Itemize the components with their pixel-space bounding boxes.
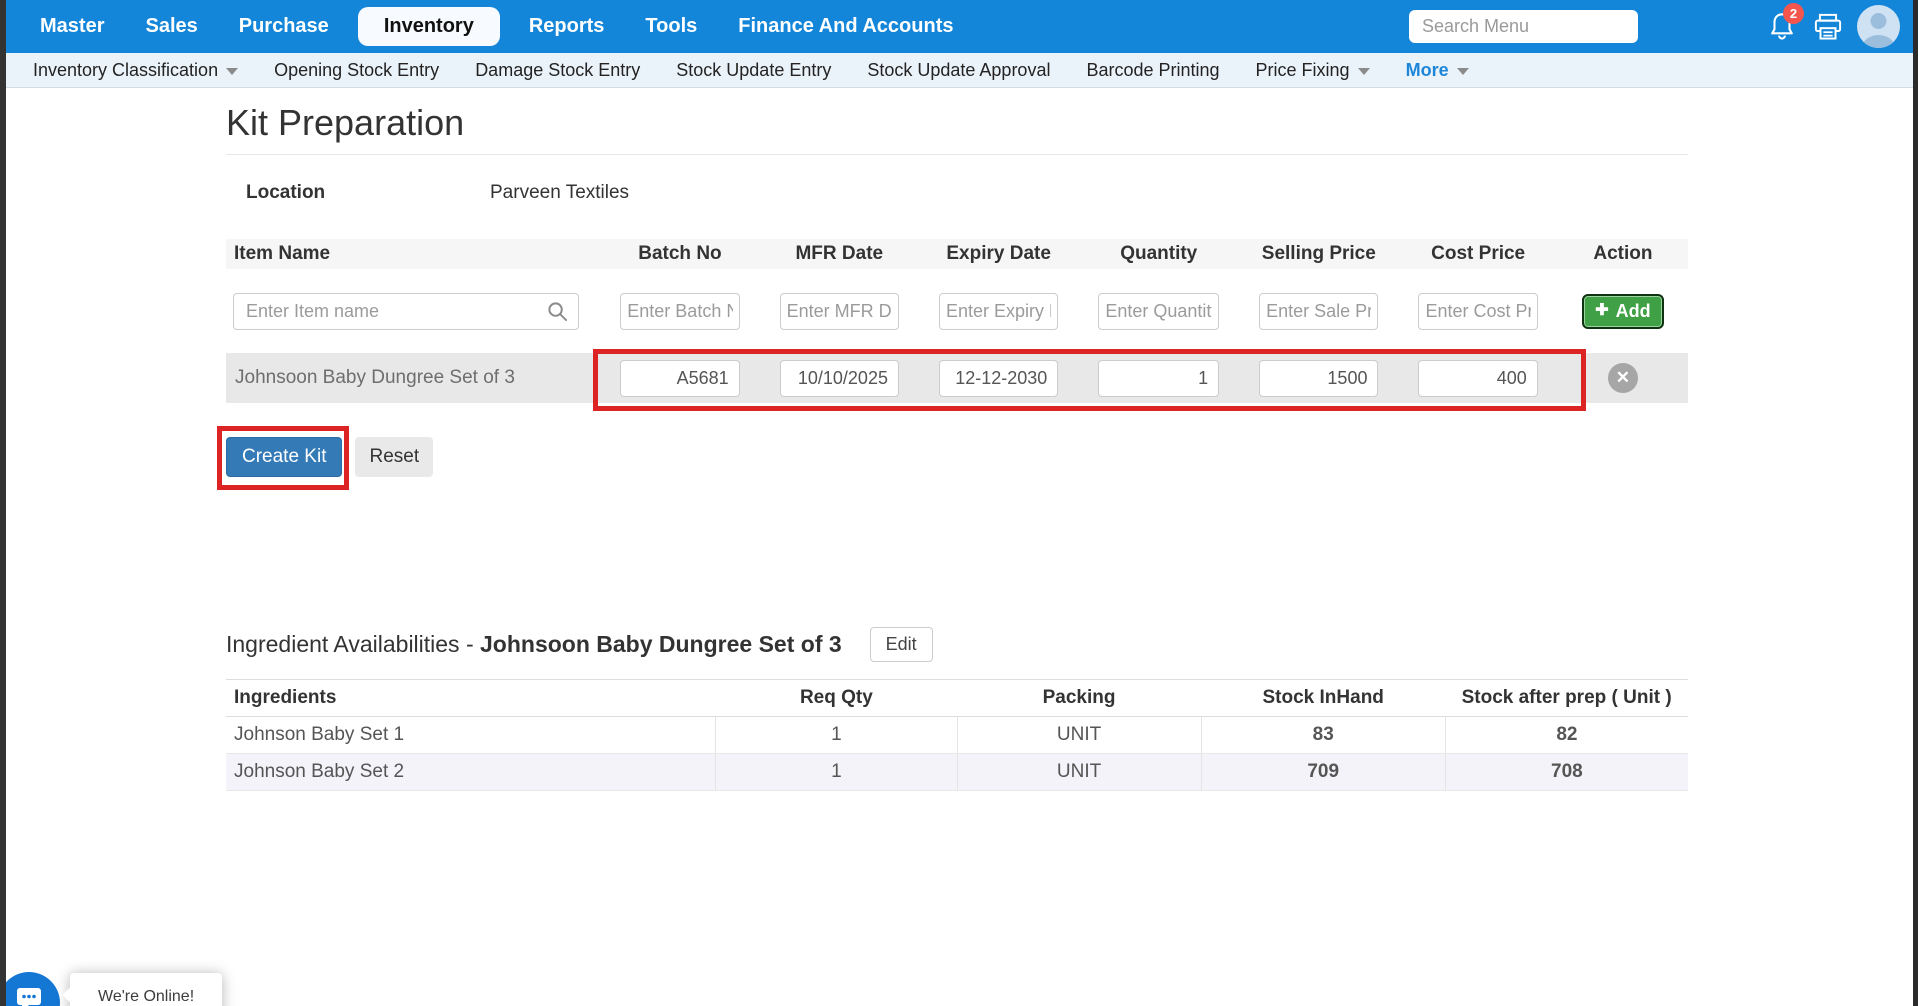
cost-price-input[interactable]: [1418, 293, 1537, 330]
nav-item-purchase[interactable]: Purchase: [239, 15, 329, 38]
col-header-stock-after-prep: Stock after prep ( Unit ): [1445, 680, 1688, 717]
col-header-req-qty: Req Qty: [716, 680, 957, 717]
col-header-batch-no: Batch No: [600, 239, 759, 269]
kit-item-row: Johnsoon Baby Dungree Set of 3: [226, 353, 1688, 403]
row-selling-price-input[interactable]: [1259, 360, 1378, 397]
ingredient-title-item-name: Johnsoon Baby Dungree Set of 3: [480, 631, 842, 657]
inventory-subnav: Inventory Classification Opening Stock E…: [0, 53, 1918, 88]
expiry-date-input[interactable]: [939, 293, 1058, 330]
main-menu: Master Sales Purchase Inventory Reports …: [40, 7, 954, 46]
kit-preparation-table: Item Name Batch No MFR Date Expiry Date …: [226, 239, 1688, 403]
notification-badge: 2: [1783, 3, 1804, 24]
ingredient-availabilities-title: Ingredient Availabilities - Johnsoon Bab…: [226, 631, 842, 658]
ingredient-packing: UNIT: [957, 754, 1201, 791]
chevron-down-icon: [226, 68, 238, 75]
item-name-input[interactable]: [233, 293, 579, 330]
form-actions: Create Kit Reset: [226, 437, 1688, 477]
nav-item-inventory[interactable]: Inventory: [358, 7, 500, 46]
ingredient-req-qty: 1: [716, 717, 957, 754]
subnav-barcode-printing[interactable]: Barcode Printing: [1086, 60, 1219, 81]
ingredient-stock-after-prep: 82: [1445, 717, 1688, 754]
subnav-opening-stock-entry[interactable]: Opening Stock Entry: [274, 60, 439, 81]
edit-button[interactable]: Edit: [870, 627, 933, 662]
location-value: Parveen Textiles: [490, 182, 629, 204]
reset-button[interactable]: Reset: [355, 437, 433, 477]
batch-no-input[interactable]: [620, 293, 739, 330]
user-avatar[interactable]: [1857, 5, 1900, 48]
search-icon: [547, 301, 568, 322]
nav-item-master[interactable]: Master: [40, 15, 104, 38]
subnav-price-fixing[interactable]: Price Fixing: [1256, 60, 1370, 81]
add-item-button[interactable]: Add: [1582, 294, 1663, 329]
chat-status-text: We're Online!: [98, 988, 194, 1006]
ingredient-stock-inhand: 83: [1201, 717, 1445, 754]
ingredient-packing: UNIT: [957, 717, 1201, 754]
col-header-cost-price: Cost Price: [1398, 239, 1557, 269]
kit-table-wrap: Item Name Batch No MFR Date Expiry Date …: [226, 239, 1688, 403]
nav-item-finance-and-accounts[interactable]: Finance And Accounts: [738, 15, 953, 38]
subnav-stock-update-entry[interactable]: Stock Update Entry: [676, 60, 831, 81]
chevron-down-icon: [1457, 68, 1469, 75]
kit-entry-row: Add: [226, 269, 1688, 353]
window-edge-right: [1913, 0, 1918, 1006]
row-quantity-input[interactable]: [1098, 360, 1219, 397]
subnav-more[interactable]: More: [1406, 60, 1469, 81]
ingredient-row: Johnson Baby Set 2 1 UNIT 709 708: [226, 754, 1688, 791]
ingredient-section-header: Ingredient Availabilities - Johnsoon Bab…: [226, 627, 1688, 662]
chevron-down-icon: [1358, 68, 1370, 75]
page-title: Kit Preparation: [226, 102, 1688, 143]
col-header-stock-inhand: Stock InHand: [1201, 680, 1445, 717]
live-chat-button[interactable]: [0, 972, 60, 1006]
remove-row-button[interactable]: [1608, 363, 1638, 393]
subnav-damage-stock-entry[interactable]: Damage Stock Entry: [475, 60, 640, 81]
row-mfr-date-input[interactable]: [780, 360, 899, 397]
subnav-stock-update-approval[interactable]: Stock Update Approval: [867, 60, 1050, 81]
mfr-date-input[interactable]: [780, 293, 899, 330]
ingredient-name: Johnson Baby Set 1: [226, 717, 716, 754]
col-header-ingredients: Ingredients: [226, 680, 716, 717]
avatar-person-icon: [1857, 5, 1900, 48]
sale-price-input[interactable]: [1259, 293, 1378, 330]
ingredient-row: Johnson Baby Set 1 1 UNIT 83 82: [226, 717, 1688, 754]
subnav-inventory-classification[interactable]: Inventory Classification: [33, 60, 238, 81]
col-header-selling-price: Selling Price: [1239, 239, 1398, 269]
title-divider: [226, 154, 1688, 155]
print-button[interactable]: [1813, 13, 1843, 46]
kit-item-name: Johnsoon Baby Dungree Set of 3: [226, 353, 600, 403]
row-cost-price-input[interactable]: [1418, 360, 1537, 397]
ingredient-stock-after-prep: 708: [1445, 754, 1688, 791]
quantity-input[interactable]: [1098, 293, 1219, 330]
chat-status-tooltip: We're Online!: [70, 973, 222, 1006]
col-header-action: Action: [1558, 239, 1688, 269]
ingredient-name: Johnson Baby Set 2: [226, 754, 716, 791]
ingredient-req-qty: 1: [716, 754, 957, 791]
row-expiry-date-input[interactable]: [939, 360, 1058, 397]
kit-table-header-row: Item Name Batch No MFR Date Expiry Date …: [226, 239, 1688, 269]
ingredient-stock-inhand: 709: [1201, 754, 1445, 791]
top-navbar: Master Sales Purchase Inventory Reports …: [0, 0, 1918, 53]
printer-icon: [1813, 13, 1843, 41]
plus-icon: [1595, 303, 1608, 319]
ingredients-table: Ingredients Req Qty Packing Stock InHand…: [226, 679, 1688, 791]
col-header-mfr-date: MFR Date: [760, 239, 919, 269]
nav-item-reports[interactable]: Reports: [529, 15, 605, 38]
notifications-button[interactable]: 2: [1768, 12, 1796, 47]
col-header-packing: Packing: [957, 680, 1201, 717]
nav-item-sales[interactable]: Sales: [145, 15, 197, 38]
create-kit-button[interactable]: Create Kit: [226, 437, 342, 477]
col-header-expiry-date: Expiry Date: [919, 239, 1078, 269]
window-edge-left: [0, 0, 6, 1006]
col-header-quantity: Quantity: [1078, 239, 1239, 269]
chat-bubble-icon: [14, 985, 44, 1006]
nav-item-tools[interactable]: Tools: [645, 15, 697, 38]
kit-preparation-page: Kit Preparation Location Parveen Textile…: [226, 102, 1688, 791]
location-row: Location Parveen Textiles: [226, 182, 1688, 204]
location-label: Location: [246, 182, 490, 204]
row-batch-no-input[interactable]: [620, 360, 739, 397]
col-header-item-name: Item Name: [226, 239, 600, 269]
tooltip-tail: [63, 987, 80, 1004]
ingredients-header-row: Ingredients Req Qty Packing Stock InHand…: [226, 680, 1688, 717]
search-menu-input[interactable]: [1409, 10, 1638, 43]
